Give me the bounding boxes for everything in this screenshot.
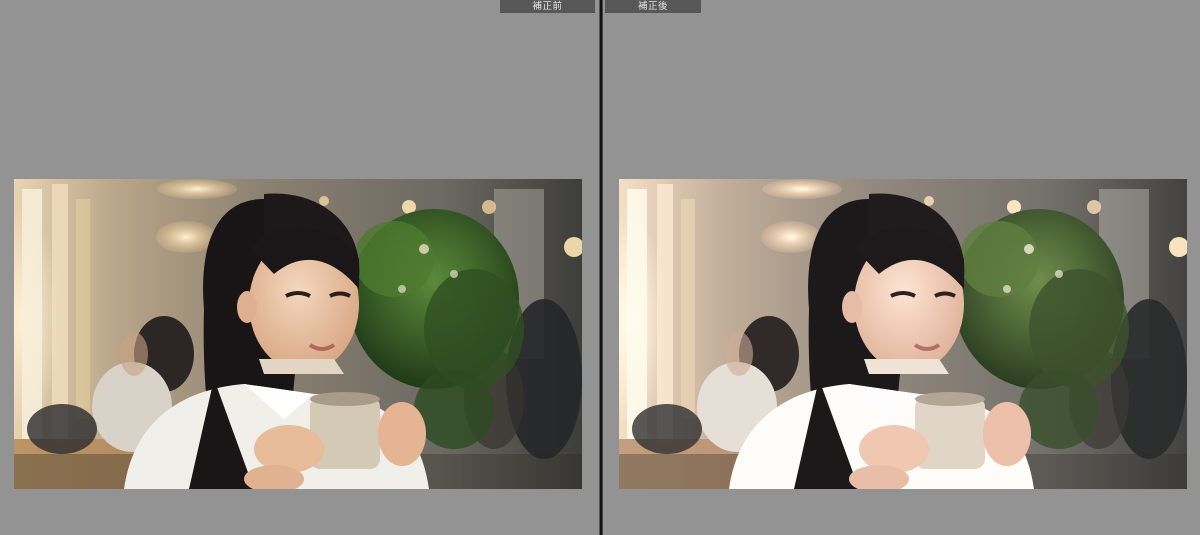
before-pane[interactable]: 補正前 [0,0,599,535]
after-pane[interactable]: 補正後 [603,0,1200,535]
before-label: 補正前 [500,0,595,13]
after-label: 補正後 [605,0,701,13]
after-photo [619,179,1187,489]
before-photo [14,179,582,489]
before-after-compare-view: 補正前 補正後 [0,0,1200,535]
